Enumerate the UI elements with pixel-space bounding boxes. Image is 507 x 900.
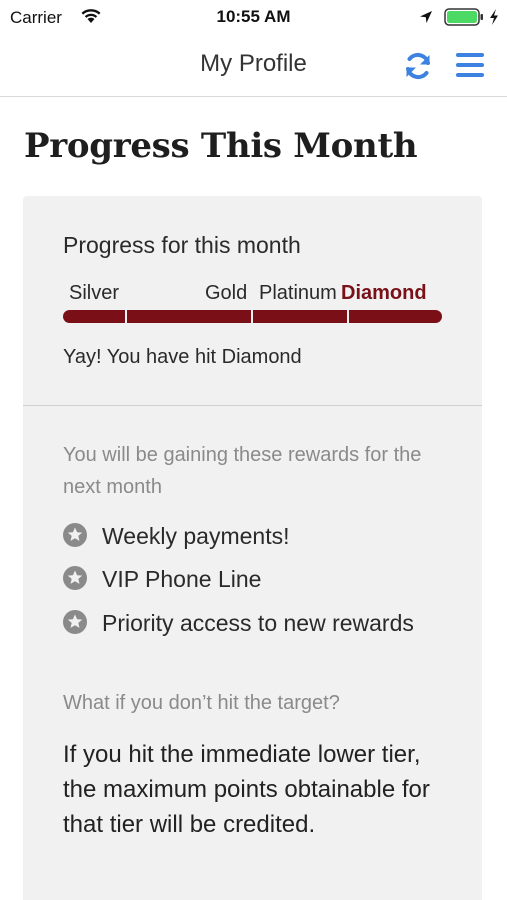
battery-icon xyxy=(444,8,483,26)
reward-text: Weekly payments! xyxy=(102,523,290,549)
tier-label-diamond: Diamond xyxy=(341,282,427,304)
tier-label-gold: Gold xyxy=(205,282,248,304)
refresh-icon[interactable] xyxy=(402,50,434,82)
tier-separator xyxy=(125,310,127,323)
tier-label-silver: Silver xyxy=(69,282,120,304)
section-divider xyxy=(23,405,482,406)
star-badge-icon xyxy=(63,610,87,634)
hamburger-menu-icon[interactable] xyxy=(455,51,485,79)
tier-status-text: Yay! You have hit Diamond xyxy=(63,346,302,368)
star-badge-icon xyxy=(63,566,87,590)
charging-bolt-icon xyxy=(490,9,498,25)
tier-progress-bar xyxy=(63,310,442,323)
rewards-intro: You will be gaining these rewards for th… xyxy=(63,444,422,498)
fallback-answer: If you hit the immediate lower tier, the… xyxy=(63,741,430,838)
progress-card: Progress for this month Silver Gold Plat… xyxy=(23,196,482,900)
progress-label: Progress for this month xyxy=(63,232,301,258)
tier-separator xyxy=(251,310,253,323)
tier-label-platinum: Platinum xyxy=(259,282,337,304)
navigation-bar: My Profile xyxy=(0,36,507,97)
reward-text: Priority access to new rewards xyxy=(102,610,414,636)
status-bar: Carrier 10:55 AM xyxy=(0,0,507,36)
location-arrow-icon xyxy=(420,11,432,23)
tier-separator xyxy=(347,310,349,323)
page-title: Progress This Month xyxy=(24,126,418,166)
profile-screen: Carrier 10:55 AM My Profile Progress Thi… xyxy=(0,0,507,900)
reward-text: VIP Phone Line xyxy=(102,566,262,592)
fallback-question: What if you don’t hit the target? xyxy=(63,692,340,714)
star-badge-icon xyxy=(63,523,87,547)
